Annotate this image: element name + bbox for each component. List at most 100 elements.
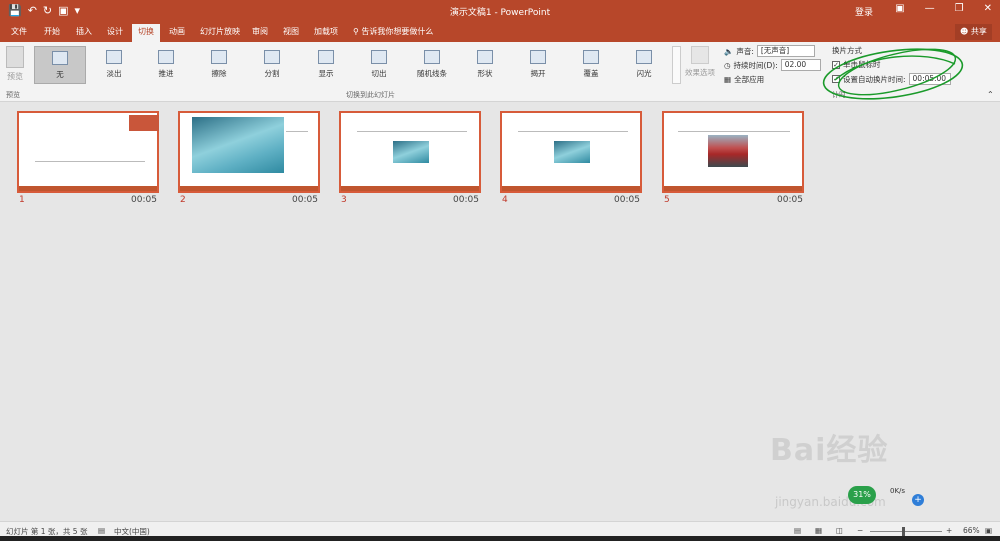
share-button[interactable]: ☻ 共享 bbox=[955, 24, 992, 40]
transition-push[interactable]: 推进 bbox=[140, 46, 192, 84]
tell-me-search[interactable]: ⚲ 告诉我你想要做什么 bbox=[353, 26, 433, 37]
slide-3-pool-image bbox=[393, 141, 429, 163]
tab-review[interactable]: 审阅 bbox=[252, 26, 268, 37]
tell-me-text: 告诉我你想要做什么 bbox=[361, 27, 434, 36]
preview-label: 预览 bbox=[7, 72, 23, 81]
transition-gallery-scroll[interactable] bbox=[672, 46, 681, 84]
slide-thumbnail-5[interactable] bbox=[662, 111, 804, 193]
slide-thumbnail-3[interactable] bbox=[339, 111, 481, 193]
transition-flash[interactable]: 闪光 bbox=[618, 46, 670, 84]
collapse-ribbon-icon[interactable]: ⌃ bbox=[987, 90, 994, 99]
transition-label: 切出 bbox=[371, 69, 387, 78]
transition-none-icon bbox=[52, 51, 68, 65]
zoom-out-icon[interactable]: − bbox=[857, 526, 863, 535]
slide-number: 4 bbox=[502, 195, 508, 205]
sorter-view-icon[interactable]: ▦ bbox=[815, 526, 822, 535]
slide-thumbnail-2[interactable] bbox=[178, 111, 320, 193]
slide-2-line bbox=[286, 131, 308, 132]
transition-wipe[interactable]: 擦除 bbox=[193, 46, 245, 84]
transition-label: 闪光 bbox=[636, 69, 652, 78]
maximize-icon[interactable]: ❐ bbox=[955, 3, 964, 14]
tab-design[interactable]: 设计 bbox=[107, 26, 123, 37]
transition-none[interactable]: 无 bbox=[34, 46, 86, 84]
tab-transitions[interactable]: 切换 bbox=[132, 24, 160, 42]
slide-footer-bar bbox=[341, 186, 479, 191]
tab-home[interactable]: 开始 bbox=[44, 26, 60, 37]
transition-label: 揭开 bbox=[530, 69, 546, 78]
slide-1-line bbox=[35, 161, 145, 162]
transition-split-icon bbox=[264, 50, 280, 64]
transition-uncover[interactable]: 揭开 bbox=[512, 46, 564, 84]
slide-footer-bar bbox=[180, 186, 318, 191]
transition-shape-icon bbox=[477, 50, 493, 64]
transition-reveal[interactable]: 显示 bbox=[300, 46, 352, 84]
transition-label: 显示 bbox=[318, 69, 334, 78]
slide-duration: 00:05 bbox=[453, 195, 479, 205]
spellcheck-icon[interactable]: ▤ bbox=[98, 526, 105, 535]
slide-footer-bar bbox=[502, 186, 640, 191]
transition-cut[interactable]: 切出 bbox=[353, 46, 405, 84]
ribbon-transitions: 预览 预览 无 淡出 推进 擦除 分割 显示 切出 随机线条 形状 揭开 覆盖 … bbox=[0, 42, 1000, 102]
effect-options-button[interactable]: 效果选项 bbox=[684, 46, 716, 78]
transition-label: 随机线条 bbox=[417, 69, 447, 78]
apply-all-icon: ▦ bbox=[724, 75, 732, 84]
transition-label: 淡出 bbox=[106, 69, 122, 78]
slide-5-rock-image bbox=[708, 135, 748, 167]
slide-thumbnail-1[interactable] bbox=[17, 111, 159, 193]
tab-addins[interactable]: 加载项 bbox=[314, 26, 338, 37]
plus-icon[interactable]: + bbox=[912, 494, 924, 506]
sound-row: 🔈 声音: [无声音] bbox=[724, 45, 815, 57]
window-controls: ▣ — ❐ ✕ bbox=[895, 3, 992, 14]
slide-duration: 00:05 bbox=[131, 195, 157, 205]
minimize-icon[interactable]: — bbox=[925, 3, 935, 14]
transition-shape[interactable]: 形状 bbox=[459, 46, 511, 84]
transitions-group-label: 切换到此幻灯片 bbox=[346, 91, 395, 99]
preview-button[interactable]: 预览 bbox=[4, 46, 26, 82]
transition-cover-icon bbox=[583, 50, 599, 64]
slide-thumbnail-4[interactable] bbox=[500, 111, 642, 193]
zoom-slider-handle[interactable] bbox=[902, 527, 905, 536]
transition-label: 擦除 bbox=[211, 69, 227, 78]
watermark-logo: Bai经验 bbox=[770, 433, 889, 468]
tab-file[interactable]: 文件 bbox=[11, 26, 27, 37]
transition-cover[interactable]: 覆盖 bbox=[565, 46, 617, 84]
transition-split[interactable]: 分割 bbox=[246, 46, 298, 84]
preview-icon bbox=[6, 46, 24, 68]
tab-insert[interactable]: 插入 bbox=[76, 26, 92, 37]
duration-row: ◷ 持续时间(D): 02.00 bbox=[724, 59, 821, 71]
normal-view-icon[interactable]: ▤ bbox=[794, 526, 801, 535]
fit-window-icon[interactable]: ▣ bbox=[985, 526, 992, 535]
slide-number: 1 bbox=[19, 195, 25, 205]
transition-label: 形状 bbox=[477, 69, 493, 78]
slide-footer-bar bbox=[664, 186, 802, 191]
slide-4-line bbox=[518, 131, 628, 132]
tab-slideshow[interactable]: 幻灯片放映 bbox=[200, 26, 240, 37]
slide-footer-bar bbox=[19, 186, 157, 191]
taskbar-strip bbox=[0, 536, 1000, 541]
login-link[interactable]: 登录 bbox=[855, 5, 873, 18]
close-icon[interactable]: ✕ bbox=[984, 3, 992, 14]
zoom-in-icon[interactable]: + bbox=[946, 526, 952, 535]
reading-view-icon[interactable]: ◫ bbox=[836, 526, 843, 535]
transition-fade[interactable]: 淡出 bbox=[88, 46, 140, 84]
transition-fade-icon bbox=[106, 50, 122, 64]
share-label: 共享 bbox=[970, 27, 987, 36]
ribbon-display-icon[interactable]: ▣ bbox=[895, 3, 904, 14]
tab-animations[interactable]: 动画 bbox=[169, 26, 185, 37]
sound-select[interactable]: [无声音] bbox=[756, 45, 815, 57]
person-icon: ☻ bbox=[960, 27, 969, 36]
tab-view[interactable]: 视图 bbox=[283, 26, 299, 37]
slide-number: 5 bbox=[664, 195, 670, 205]
slide-3-line bbox=[357, 131, 467, 132]
transition-random-bars[interactable]: 随机线条 bbox=[406, 46, 458, 84]
zoom-slider[interactable] bbox=[870, 531, 942, 532]
transition-push-icon bbox=[158, 50, 174, 64]
lightbulb-icon: ⚲ bbox=[353, 27, 359, 36]
speaker-icon: 🔈 bbox=[724, 46, 734, 56]
transition-label: 推进 bbox=[158, 69, 174, 78]
preview-group-label: 预览 bbox=[6, 91, 20, 99]
apply-all-button[interactable]: ▦ 全部应用 bbox=[724, 74, 764, 85]
zoom-level[interactable]: 66% bbox=[963, 526, 980, 535]
slide-duration: 00:05 bbox=[777, 195, 803, 205]
transition-label: 覆盖 bbox=[583, 69, 599, 78]
